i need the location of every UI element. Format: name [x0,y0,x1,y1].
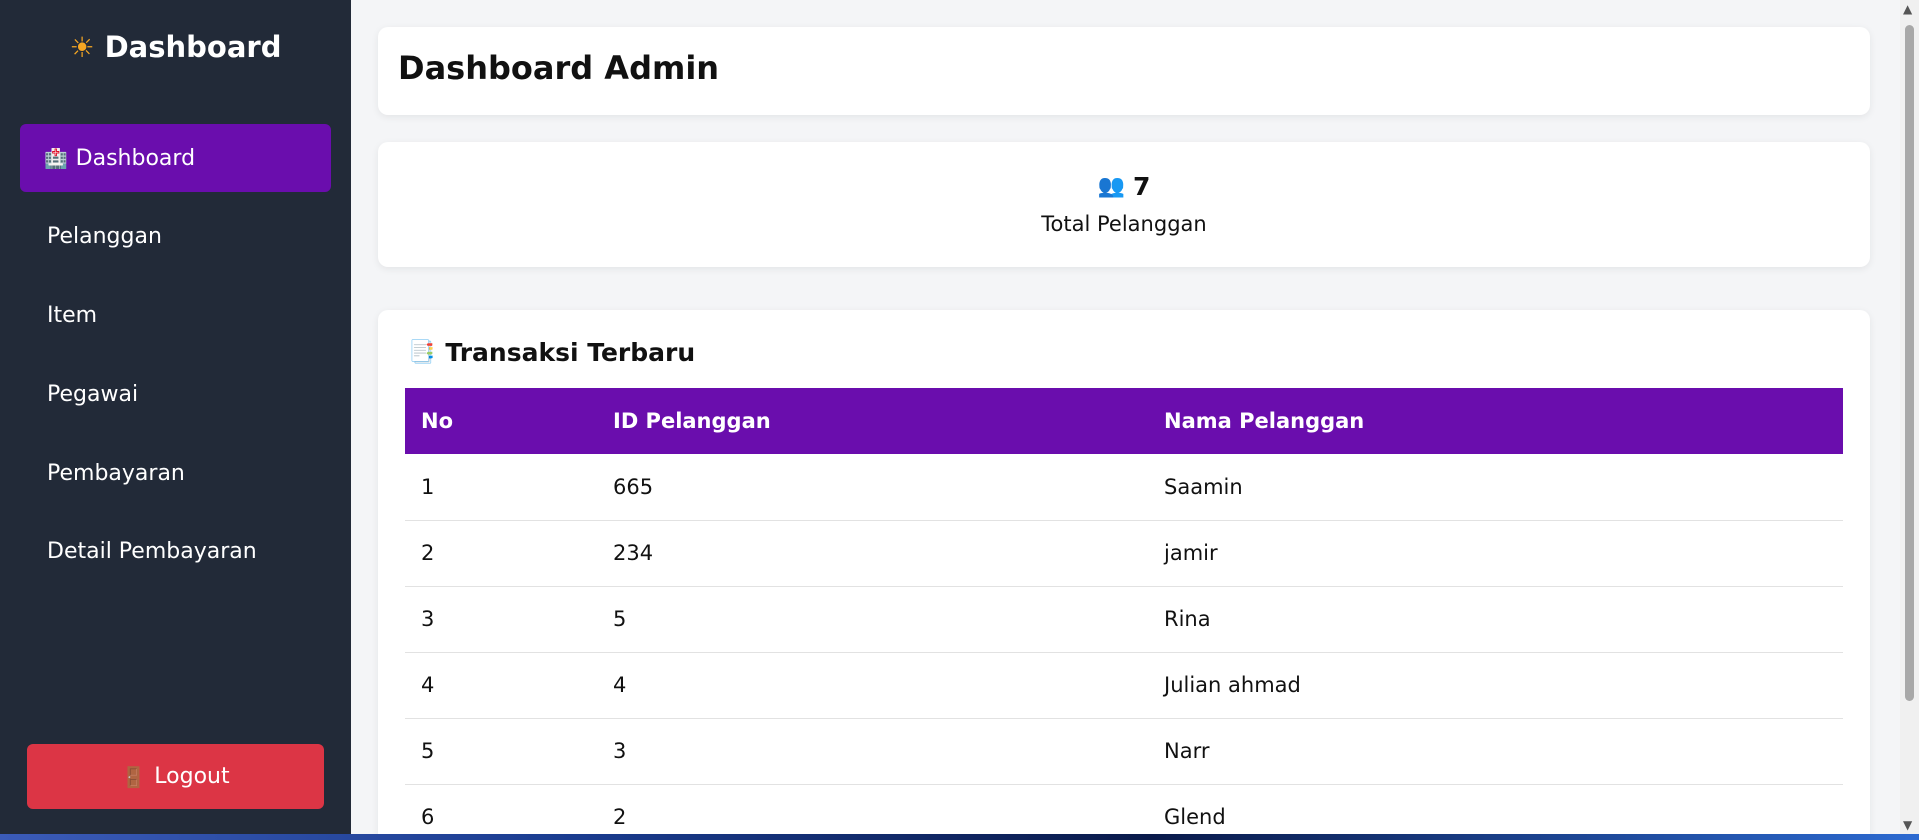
table-row: 2 234 jamir [405,520,1843,587]
table-row: 3 5 Rina [405,586,1843,653]
sidebar-item-pegawai[interactable]: Pegawai [20,360,331,428]
stat-value: 7 [1133,172,1151,201]
sidebar-item-label: Dashboard [75,145,196,171]
sidebar-item-label: Pegawai [47,381,139,407]
desktop-background-strip [0,834,1919,840]
scroll-down-arrow-icon[interactable]: ▼ [1903,818,1912,832]
memo-icon: 📑 [408,340,436,365]
table-header-row: No ID Pelanggan Nama Pelanggan [405,388,1843,454]
cell-nama: jamir [1148,520,1843,587]
cell-no: 1 [405,454,597,521]
scroll-thumb[interactable] [1905,25,1914,701]
total-customers-card: 👥 7 Total Pelanggan [378,142,1870,267]
cell-id: 665 [597,454,1148,521]
cell-nama: Rina [1148,586,1843,653]
stat-line: 👥 7 [378,172,1870,201]
title-card: Dashboard Admin [378,27,1870,115]
sidebar: ☀ Dashboard 🏥 Dashboard Pelanggan Item P… [0,0,351,834]
cell-nama: Glend [1148,784,1843,840]
door-icon: 🚪 [121,764,147,789]
cell-nama: Narr [1148,718,1843,785]
table-header: No ID Pelanggan Nama Pelanggan [405,388,1843,454]
cell-no: 2 [405,520,597,587]
scroll-up-arrow-icon[interactable]: ▲ [1903,2,1912,16]
table-row: 6 2 Glend [405,784,1843,840]
users-icon: 👥 [1097,174,1125,199]
page-title: Dashboard Admin [398,49,720,87]
cell-nama: Saamin [1148,454,1843,521]
cell-no: 3 [405,586,597,653]
table-row: 1 665 Saamin [405,454,1843,521]
brand-title: Dashboard [104,30,282,64]
logout-button[interactable]: 🚪 Logout [27,744,324,809]
section-title-text: Transaksi Terbaru [445,338,696,367]
sidebar-item-detail-pembayaran[interactable]: Detail Pembayaran [20,517,331,585]
sidebar-brand: ☀ Dashboard [0,30,351,64]
sidebar-item-label: Detail Pembayaran [47,538,257,564]
cell-nama: Julian ahmad [1148,652,1843,719]
table-row: 4 4 Julian ahmad [405,652,1843,719]
cell-no: 4 [405,652,597,719]
sidebar-item-label: Item [47,302,98,328]
transactions-card: 📑 Transaksi Terbaru No ID Pelanggan Nama… [378,310,1870,840]
sidebar-item-label: Pembayaran [47,460,185,486]
cell-no: 6 [405,784,597,840]
column-header-id-pelanggan: ID Pelanggan [613,409,771,433]
cell-id: 3 [597,718,1148,785]
table-body: 1 665 Saamin 2 234 jamir 3 5 Rina 4 4 Ju… [405,454,1843,840]
vertical-scrollbar[interactable]: ▲ ▼ [1900,0,1919,834]
table-row: 5 3 Narr [405,718,1843,785]
cell-id: 2 [597,784,1148,840]
column-header-nama-pelanggan: Nama Pelanggan [1164,409,1365,433]
column-header-no: No [421,409,454,433]
stat-label: Total Pelanggan [1041,212,1207,236]
sidebar-item-label: Pelanggan [47,223,162,249]
cell-id: 4 [597,652,1148,719]
cell-id: 5 [597,586,1148,653]
section-title: 📑 Transaksi Terbaru [408,338,695,367]
cell-id: 234 [597,520,1148,587]
transactions-table: No ID Pelanggan Nama Pelanggan 1 665 Saa… [405,388,1843,840]
sidebar-item-item[interactable]: Item [20,281,331,349]
cell-no: 5 [405,718,597,785]
sun-icon: ☀ [69,30,95,64]
hospital-icon: 🏥 [44,147,68,170]
sidebar-item-pelanggan[interactable]: Pelanggan [20,202,331,270]
logout-label: Logout [154,764,230,789]
sidebar-item-pembayaran[interactable]: Pembayaran [20,439,331,507]
sidebar-item-dashboard[interactable]: 🏥 Dashboard [20,124,331,192]
